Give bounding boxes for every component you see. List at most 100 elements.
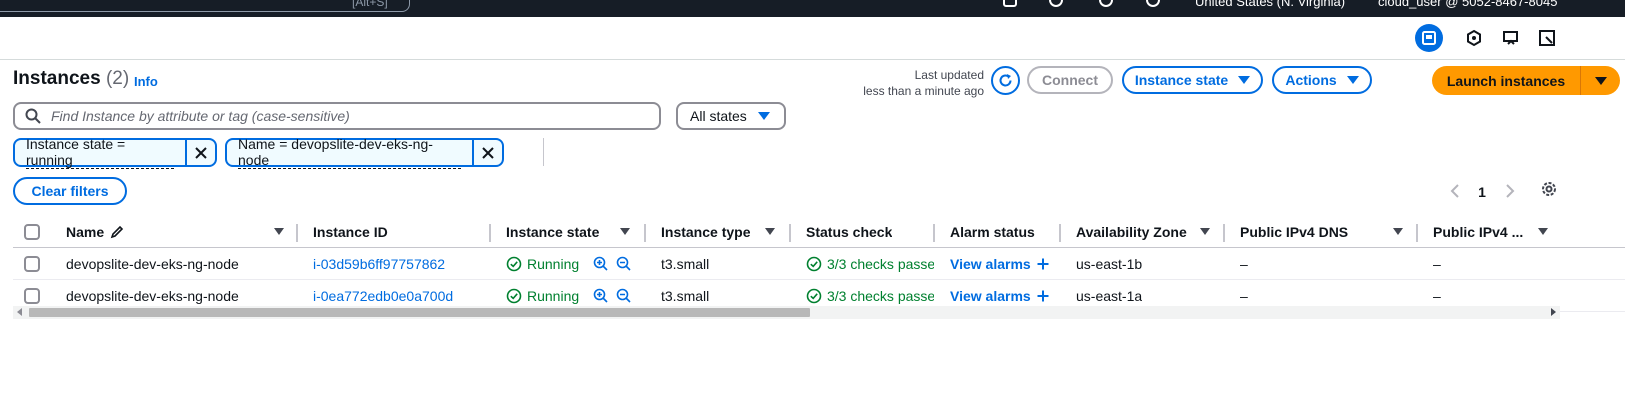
column-resizer[interactable] <box>933 224 935 242</box>
top-navigation-bar: [Alt+S] United States (N. Virginia) clou… <box>0 0 1625 17</box>
table-header: Name Instance ID Instance state Instance… <box>13 216 1625 248</box>
account-menu[interactable]: cloud_user @ 5052-8467-8045 <box>1378 0 1557 9</box>
last-updated-text: Last updated less than a minute ago <box>863 67 984 99</box>
divider <box>543 138 544 166</box>
last-updated-label: Last updated <box>914 68 984 82</box>
actions-button[interactable]: Actions <box>1272 66 1372 94</box>
page-title-text: Instances <box>13 68 101 89</box>
check-circle-icon <box>806 288 822 304</box>
table-row[interactable]: devopslite-dev-eks-ng-node i-03d59b6ff97… <box>13 248 1625 280</box>
view-alarms-link[interactable]: View alarms <box>950 248 1049 280</box>
cloudshell-icon[interactable] <box>1003 0 1017 7</box>
table-preferences-button[interactable] <box>1540 180 1558 198</box>
instance-name: devopslite-dev-eks-ng-node <box>66 256 239 272</box>
utility-toolbar <box>0 17 1625 60</box>
sort-caret-icon[interactable] <box>1538 228 1548 235</box>
presentation-icon <box>1503 31 1518 45</box>
column-header-instance-state[interactable]: Instance state <box>506 216 599 248</box>
column-resizer[interactable] <box>1059 224 1061 242</box>
page-number-button[interactable]: 1 <box>1474 184 1490 200</box>
global-search-box[interactable] <box>0 0 410 12</box>
edit-icon <box>110 225 124 239</box>
instance-id-link[interactable]: i-03d59b6ff97757862 <box>313 248 445 280</box>
zoom-in-icon[interactable] <box>593 248 609 280</box>
filter-token-state: Instance state = running <box>13 136 217 169</box>
info-link[interactable]: Info <box>134 74 158 89</box>
states-select[interactable]: All states <box>676 102 786 130</box>
previous-page-button[interactable] <box>1447 184 1463 198</box>
column-resizer[interactable] <box>644 224 646 242</box>
sort-caret-icon[interactable] <box>765 228 775 235</box>
scrollbar-thumb[interactable] <box>29 308 810 317</box>
help-icon[interactable] <box>1099 0 1113 7</box>
sort-caret-icon[interactable] <box>274 228 284 235</box>
launch-instances-button[interactable]: Launch instances <box>1432 66 1581 95</box>
filter-token-label[interactable]: Name = devopslite-dev-eks-ng-node <box>227 136 474 169</box>
instance-type: t3.small <box>661 256 710 272</box>
instance-state-button[interactable]: Instance state <box>1122 66 1263 94</box>
public-ipv4: – <box>1433 256 1441 272</box>
states-select-value: All states <box>690 108 747 124</box>
refresh-icon <box>999 74 1012 87</box>
column-header-status-check[interactable]: Status check <box>806 216 892 248</box>
sort-caret-icon[interactable] <box>620 228 630 235</box>
column-header-public-ipv4-dns[interactable]: Public IPv4 DNS <box>1240 216 1348 248</box>
remove-filter-button[interactable] <box>474 140 502 165</box>
instance-state-label: Instance state <box>1134 72 1229 88</box>
column-header-public-ipv4[interactable]: Public IPv4 ... <box>1433 216 1523 248</box>
plus-icon <box>1037 290 1049 302</box>
column-resizer[interactable] <box>489 224 491 242</box>
search-input[interactable] <box>49 107 629 125</box>
column-header-availability-zone[interactable]: Availability Zone <box>1076 216 1187 248</box>
scroll-right-arrow[interactable] <box>1551 308 1556 316</box>
column-resizer[interactable] <box>296 224 298 242</box>
settings-icon[interactable] <box>1146 0 1160 7</box>
feedback-button[interactable] <box>1497 24 1525 52</box>
instances-table: Name Instance ID Instance state Instance… <box>13 216 1625 312</box>
remove-filter-button[interactable] <box>187 140 215 165</box>
horizontal-scrollbar[interactable] <box>13 306 1560 319</box>
region-selector[interactable]: United States (N. Virginia) <box>1195 0 1345 9</box>
instance-state-text: Running <box>527 288 580 304</box>
zoom-out-icon[interactable] <box>616 248 632 280</box>
caret-down-icon <box>1594 76 1607 85</box>
launch-dropdown-button[interactable] <box>1581 66 1620 95</box>
clear-filters-button[interactable]: Clear filters <box>13 177 127 205</box>
info-panel-button[interactable] <box>1533 24 1561 52</box>
security-button[interactable] <box>1460 24 1488 52</box>
launch-instances-split-button: Launch instances <box>1432 66 1620 95</box>
check-circle-icon <box>506 256 522 272</box>
column-resizer[interactable] <box>1223 224 1225 242</box>
split-panel-button[interactable] <box>1415 24 1443 52</box>
instance-search-field[interactable] <box>13 102 661 130</box>
close-icon <box>195 146 207 159</box>
column-header-instance-id[interactable]: Instance ID <box>313 216 388 248</box>
check-circle-icon <box>806 256 822 272</box>
instance-count: (2) <box>105 68 130 89</box>
row-checkbox[interactable] <box>24 248 40 280</box>
column-header-name[interactable]: Name <box>66 216 125 248</box>
next-page-button[interactable] <box>1502 184 1518 198</box>
sort-caret-icon[interactable] <box>1200 228 1210 235</box>
column-header-alarm-status[interactable]: Alarm status <box>950 216 1035 248</box>
column-resizer[interactable] <box>1416 224 1418 242</box>
filter-token-label[interactable]: Instance state = running <box>15 136 187 169</box>
plus-icon <box>1037 258 1049 270</box>
instance-state-cell: Running <box>506 248 579 280</box>
inspect-icon <box>1539 30 1555 46</box>
connect-button[interactable]: Connect <box>1027 66 1113 94</box>
last-updated-value: less than a minute ago <box>863 84 984 98</box>
notifications-icon[interactable] <box>1049 0 1063 7</box>
select-all-checkbox[interactable] <box>24 216 40 248</box>
clear-filters-label: Clear filters <box>31 183 109 199</box>
connect-label: Connect <box>1042 72 1098 88</box>
shield-icon <box>1467 29 1481 47</box>
column-resizer[interactable] <box>789 224 791 242</box>
actions-label: Actions <box>1285 72 1337 88</box>
refresh-button[interactable] <box>991 66 1020 95</box>
scroll-left-arrow[interactable] <box>17 308 22 316</box>
sort-caret-icon[interactable] <box>1393 228 1403 235</box>
column-header-instance-type[interactable]: Instance type <box>661 216 750 248</box>
chevron-left-icon <box>1450 184 1459 198</box>
filter-token-name: Name = devopslite-dev-eks-ng-node <box>225 136 504 169</box>
